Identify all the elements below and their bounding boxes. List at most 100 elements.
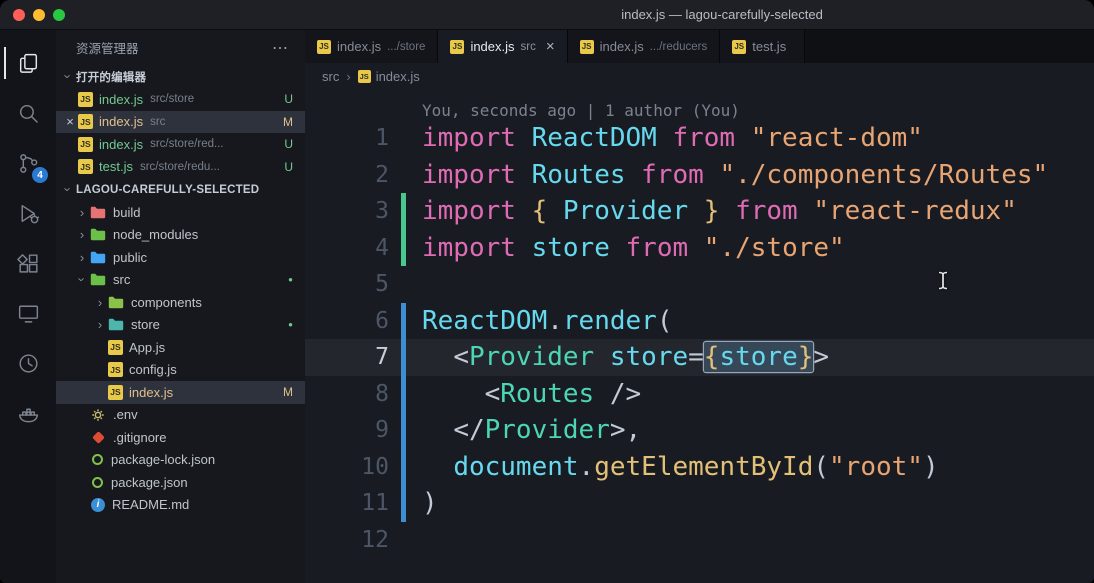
tab-detail: .../reducers — [649, 40, 708, 53]
tab-test.js[interactable]: JS test.js — [720, 30, 806, 63]
tree-folder-build[interactable]: › build — [56, 201, 305, 224]
readme-info-icon: i — [91, 497, 105, 512]
code-text: import { Provider } from "react-redux" — [422, 196, 1017, 227]
tree-folder-store[interactable]: › store ● — [56, 314, 305, 337]
code-text: document.getElementById("root") — [453, 451, 939, 482]
tree-file-.gitignore[interactable]: .gitignore — [56, 426, 305, 449]
file-name: package-lock.json — [111, 452, 216, 468]
workspace-root-header[interactable]: › LAGOU-CAREFULLY-SELECTED — [56, 178, 305, 201]
code-line-6[interactable]: 6 ReactDOM.render( — [305, 302, 1094, 339]
close-editor-icon[interactable]: × — [62, 114, 78, 129]
gear-icon — [91, 408, 105, 422]
tab-index.js-store[interactable]: JS index.js .../store — [305, 30, 439, 63]
more-actions-icon[interactable]: ⋯ — [272, 38, 289, 58]
file-path: src/store/redu... — [139, 160, 220, 173]
tab-index.js-reducers[interactable]: JS index.js .../reducers — [567, 30, 721, 63]
breadcrumb-file[interactable]: index.js — [376, 69, 420, 84]
open-editor-item[interactable]: JS test.js src/store/redu... U — [56, 156, 305, 179]
js-file-icon: JS — [317, 39, 331, 54]
file-path: src/store/red... — [150, 138, 224, 151]
chevron-icon: › — [79, 249, 85, 265]
tab-label: index.js — [599, 39, 644, 54]
code-line-11[interactable]: 11) — [305, 485, 1094, 522]
code-text: ReactDOM.render( — [422, 305, 673, 336]
line-number: 10 — [361, 453, 389, 480]
code-text: <Routes /> — [484, 378, 642, 409]
js-file-icon: JS — [108, 339, 123, 355]
breadcrumb-folder[interactable]: src — [322, 69, 339, 84]
minimize-window-button[interactable] — [33, 8, 45, 21]
vscode-window: index.js — lagou-carefully-selected 4 资源… — [0, 0, 1094, 583]
file-name: config.js — [129, 362, 177, 378]
git-status-badge: M — [283, 114, 293, 129]
tree-folder-src[interactable]: › src ● — [56, 269, 305, 292]
tree-file-package.json[interactable]: package.json — [56, 471, 305, 494]
code-line-9[interactable]: 9 </Provider>, — [305, 412, 1094, 449]
tree-folder-node_modules[interactable]: › node_modules — [56, 224, 305, 247]
file-name: .env — [113, 407, 138, 423]
close-window-button[interactable] — [13, 8, 25, 21]
code-line-3[interactable]: 3 import { Provider } from "react-redux" — [305, 193, 1094, 230]
file-name: index.js — [99, 114, 144, 130]
activity-explorer-icon[interactable] — [4, 38, 52, 88]
modified-dot: ● — [288, 275, 293, 285]
tab-index.js-src[interactable]: JS index.js src × — [438, 30, 568, 63]
tab-detail: src — [520, 40, 536, 53]
code-line-1[interactable]: 1 import ReactDOM from "react-dom" — [305, 120, 1094, 157]
tree-file-index.js[interactable]: JS index.js M — [56, 381, 305, 404]
code-line-5[interactable]: 5 — [305, 266, 1094, 303]
close-tab-icon[interactable]: × — [546, 38, 555, 55]
code-text: </Provider>, — [453, 415, 642, 446]
code-line-10[interactable]: 10 document.getElementById("root") — [305, 448, 1094, 485]
code-line-7[interactable]: 7 <Provider store={store}> — [305, 339, 1094, 376]
codelens-blame[interactable]: You, seconds ago | 1 author (You) — [422, 101, 740, 120]
line-number: 7 — [375, 344, 389, 371]
code-editor[interactable]: You, seconds ago | 1 author (You) 1 impor… — [305, 90, 1094, 583]
file-name: node_modules — [113, 227, 199, 243]
code-line-2[interactable]: 2 import Routes from "./components/Routes… — [305, 157, 1094, 194]
file-name: src — [113, 272, 131, 288]
js-file-icon: JS — [78, 159, 93, 175]
tree-folder-components[interactable]: › components — [56, 291, 305, 314]
zoom-window-button[interactable] — [53, 8, 65, 21]
js-file-icon: JS — [579, 39, 594, 54]
titlebar[interactable]: index.js — lagou-carefully-selected — [0, 0, 1094, 30]
line-number: 5 — [375, 271, 389, 298]
tree-file-.env[interactable]: .env — [56, 404, 305, 427]
activity-docker-icon[interactable] — [4, 388, 52, 438]
open-editor-item[interactable]: × JS index.js src M — [56, 110, 305, 133]
open-editor-item[interactable]: JS index.js src/store U — [56, 88, 305, 111]
folder-icon — [90, 229, 106, 241]
git-file-icon — [92, 430, 105, 444]
modified-dot: ● — [288, 320, 293, 330]
codelens-row: You, seconds ago | 1 author (You) — [305, 90, 1094, 120]
file-path: src — [150, 115, 166, 128]
activity-timeline-icon[interactable] — [4, 338, 52, 388]
git-status-badge: U — [284, 159, 293, 174]
sidebar-title: 资源管理器 — [76, 42, 139, 56]
activity-run-debug-icon[interactable] — [4, 188, 52, 238]
open-editors-header[interactable]: › 打开的编辑器 — [56, 65, 305, 88]
tree-file-package-lock.json[interactable]: package-lock.json — [56, 449, 305, 472]
tree-file-App.js[interactable]: JS App.js — [56, 336, 305, 359]
chevron-icon: › — [97, 294, 103, 310]
file-name: index.js — [129, 384, 174, 400]
code-line-12[interactable]: 12 — [305, 522, 1094, 559]
tree-file-README.md[interactable]: i README.md — [56, 494, 305, 517]
json-file-icon — [92, 476, 103, 488]
activity-source-control-icon[interactable]: 4 — [4, 138, 52, 188]
line-number: 2 — [375, 161, 389, 188]
activity-extensions-icon[interactable] — [4, 238, 52, 288]
activity-remote-explorer-icon[interactable] — [4, 288, 52, 338]
tree-folder-public[interactable]: › public — [56, 246, 305, 269]
file-path: src/store — [150, 93, 195, 106]
scm-changes-badge: 4 — [32, 167, 48, 183]
tree-file-config.js[interactable]: JS config.js — [56, 359, 305, 382]
code-line-8[interactable]: 8 <Routes /> — [305, 375, 1094, 412]
folder-icon — [108, 296, 124, 308]
code-line-4[interactable]: 4 import store from "./store" — [305, 229, 1094, 266]
js-file-icon: JS — [108, 362, 123, 378]
git-status-badge: U — [284, 137, 293, 152]
activity-search-icon[interactable] — [4, 88, 52, 138]
open-editor-item[interactable]: JS index.js src/store/red... U — [56, 133, 305, 156]
